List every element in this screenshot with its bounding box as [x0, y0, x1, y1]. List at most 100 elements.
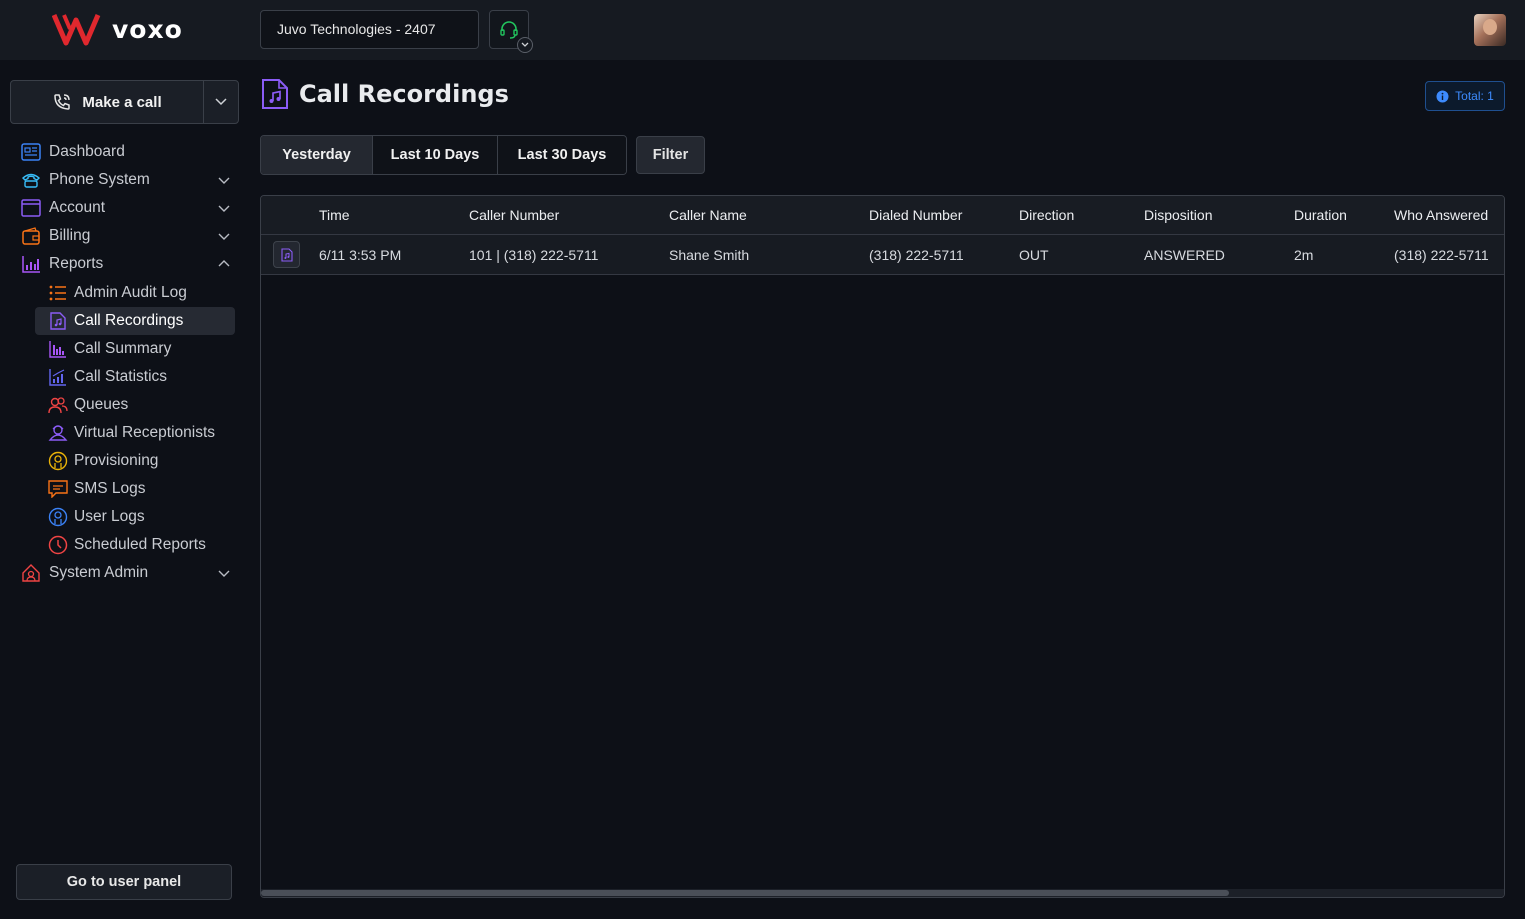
chevron-down-icon: [218, 233, 230, 240]
provisioning-icon: [47, 450, 69, 472]
clock-icon: [47, 534, 69, 556]
total-badge: Total: 1: [1425, 81, 1505, 111]
sidebar-subitem-label: Call Recordings: [74, 312, 184, 329]
sidebar-item-account[interactable]: Account: [10, 194, 239, 222]
page-header: Call Recordings: [261, 78, 509, 110]
horizontal-scrollbar[interactable]: [261, 889, 1504, 897]
sms-icon: [47, 478, 69, 500]
top-bar: voxo Juvo Technologies - 2407: [0, 0, 1525, 60]
sidebar-subitem-label: Scheduled Reports: [74, 536, 206, 553]
play-recording-button[interactable]: [273, 241, 300, 268]
music-file-icon: [47, 310, 69, 332]
logo-text: voxo: [112, 14, 183, 44]
sidebar-item-label: Reports: [49, 255, 104, 272]
total-count: Total: 1: [1455, 89, 1494, 103]
sidebar-subitem-call-summary[interactable]: Call Summary: [35, 335, 235, 363]
phone-call-icon: [54, 94, 71, 110]
cell-duration: 2m: [1294, 247, 1314, 263]
chevron-down-icon: [218, 205, 230, 212]
sidebar-subitem-user-logs[interactable]: User Logs: [35, 503, 235, 531]
page-title: Call Recordings: [299, 80, 509, 108]
cell-dialed-number: (318) 222-5711: [869, 247, 964, 263]
sidebar-subitem-scheduled-reports[interactable]: Scheduled Reports: [35, 531, 235, 559]
sidebar-item-label: Billing: [49, 227, 91, 244]
voxo-logo[interactable]: voxo: [52, 12, 183, 46]
chevron-down-icon[interactable]: [517, 37, 533, 53]
sidebar-item-label: Phone System: [49, 171, 150, 188]
column-header-duration[interactable]: Duration: [1294, 196, 1347, 235]
chevron-down-icon: [215, 98, 227, 106]
sidebar-item-reports[interactable]: Reports: [10, 250, 239, 278]
sidebar-item-system-admin[interactable]: System Admin: [10, 559, 239, 587]
sidebar-item-label: Account: [49, 199, 106, 216]
table-row[interactable]: 6/11 3:53 PM 101 | (318) 222-5711 Shane …: [261, 235, 1504, 275]
go-to-user-panel-button[interactable]: Go to user panel: [16, 864, 232, 900]
list-icon: [47, 282, 69, 304]
chevron-down-icon: [218, 570, 230, 577]
column-header-who-answered[interactable]: Who Answered: [1394, 196, 1488, 235]
tab-last-30-days[interactable]: Last 30 Days: [498, 136, 626, 174]
tab-yesterday[interactable]: Yesterday: [261, 136, 373, 174]
sidebar-subitem-label: User Logs: [74, 508, 145, 525]
sidebar-subitem-label: Provisioning: [74, 452, 159, 469]
sidebar-item-label: System Admin: [49, 564, 149, 581]
make-call-button[interactable]: Make a call: [11, 81, 204, 123]
reports-chart-icon: [20, 253, 42, 275]
system-admin-icon: [20, 562, 42, 584]
user-icon: [47, 506, 69, 528]
column-header-caller-number[interactable]: Caller Number: [469, 196, 559, 235]
chevron-down-icon: [218, 177, 230, 184]
music-file-icon: [280, 247, 293, 262]
sidebar-subitem-provisioning[interactable]: Provisioning: [35, 447, 235, 475]
cell-caller-name: Shane Smith: [669, 247, 750, 263]
sidebar-subitem-label: Virtual Receptionists: [74, 424, 216, 441]
sidebar-subitem-sms-logs[interactable]: SMS Logs: [35, 475, 235, 503]
sidebar-item-phone-system[interactable]: Phone System: [10, 166, 239, 194]
sidebar-subitem-virtual-receptionists[interactable]: Virtual Receptionists: [35, 419, 235, 447]
music-file-icon: [262, 79, 288, 109]
account-selector[interactable]: Juvo Technologies - 2407: [260, 10, 479, 49]
statistics-icon: [47, 366, 69, 388]
people-icon: [47, 394, 69, 416]
column-header-time[interactable]: Time: [319, 196, 350, 235]
info-icon: [1436, 90, 1449, 102]
cell-caller-number: 101 | (318) 222-5711: [469, 247, 599, 263]
dashboard-icon: [20, 141, 42, 163]
chevron-up-icon: [218, 260, 230, 267]
sidebar-nav: Dashboard Phone System Account Billing R…: [10, 138, 239, 587]
tab-last-10-days[interactable]: Last 10 Days: [373, 136, 498, 174]
cell-who-answered: (318) 222-5711: [1394, 247, 1489, 263]
scrollbar-thumb[interactable]: [261, 890, 1229, 896]
sidebar-subitem-label: Queues: [74, 396, 129, 413]
bar-chart-icon: [47, 338, 69, 360]
column-header-direction[interactable]: Direction: [1019, 196, 1074, 235]
column-header-disposition[interactable]: Disposition: [1144, 196, 1212, 235]
sidebar-subitem-call-statistics[interactable]: Call Statistics: [35, 363, 235, 391]
cell-disposition: ANSWERED: [1144, 247, 1225, 263]
sidebar-subitem-call-recordings[interactable]: Call Recordings: [35, 307, 235, 335]
sidebar-subitem-label: Call Statistics: [74, 368, 168, 385]
cell-time: 6/11 3:53 PM: [319, 247, 402, 263]
make-call-button-group: Make a call: [10, 80, 239, 124]
sidebar-item-label: Dashboard: [49, 143, 125, 160]
wallet-icon: [20, 225, 42, 247]
user-avatar[interactable]: [1474, 14, 1506, 46]
sidebar-subitem-admin-audit-log[interactable]: Admin Audit Log: [35, 279, 235, 307]
account-icon: [20, 197, 42, 219]
table-header: Time Caller Number Caller Name Dialed Nu…: [261, 196, 1504, 235]
column-header-dialed-number[interactable]: Dialed Number: [869, 196, 962, 235]
sidebar-subitem-label: Admin Audit Log: [74, 284, 187, 301]
cell-direction: OUT: [1019, 247, 1049, 263]
recordings-table: Time Caller Number Caller Name Dialed Nu…: [260, 195, 1505, 898]
headset-icon: [500, 20, 518, 39]
sidebar-item-billing[interactable]: Billing: [10, 222, 239, 250]
date-range-tabs: Yesterday Last 10 Days Last 30 Days: [260, 135, 627, 175]
sidebar-subitem-queues[interactable]: Queues: [35, 391, 235, 419]
phone-system-icon: [20, 169, 42, 191]
column-header-caller-name[interactable]: Caller Name: [669, 196, 747, 235]
sidebar-item-dashboard[interactable]: Dashboard: [10, 138, 239, 166]
receptionist-icon: [47, 422, 69, 444]
voxo-logo-icon: [52, 14, 101, 46]
filter-button[interactable]: Filter: [636, 136, 705, 174]
make-call-dropdown[interactable]: [204, 81, 238, 123]
